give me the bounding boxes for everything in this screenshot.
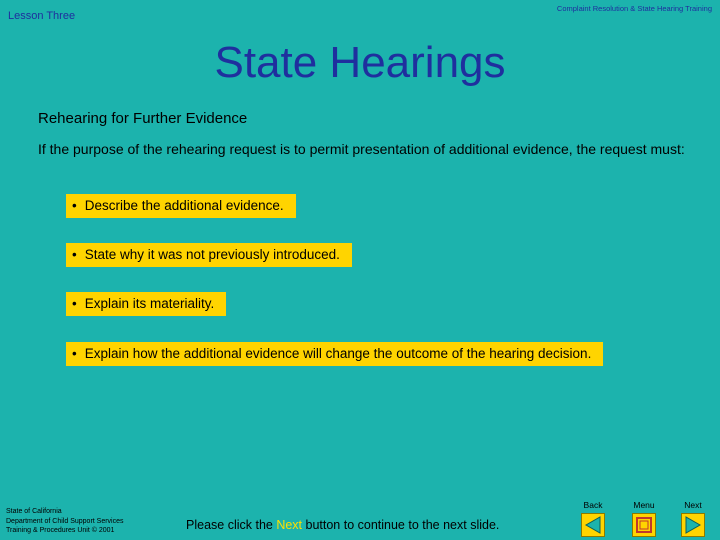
message-text: Please click the: [186, 518, 277, 532]
back-button[interactable]: [581, 513, 605, 537]
bullet-text: Describe the additional evidence.: [84, 198, 284, 213]
bullet-dot: •: [72, 247, 77, 262]
org-line: Training & Procedures Unit © 2001: [6, 527, 115, 534]
org-line: Department of Child Support Services: [6, 517, 124, 525]
bullet-item: • State why it was not previously introdu…: [66, 243, 352, 267]
bullet-text: Explain its materiality.: [84, 296, 215, 311]
next-arrow-icon: [685, 516, 702, 534]
back-arrow-icon: [584, 516, 601, 534]
organization-info: State of California Department of Child …: [6, 507, 124, 536]
bullet-text: State why it was not previously introduc…: [84, 247, 340, 262]
bullet-item: • Explain how the additional evidence wil…: [66, 342, 604, 366]
instruction-message: Please click the Next button to continue…: [186, 518, 499, 532]
menu-square-icon: [636, 517, 652, 533]
message-highlight: Next: [276, 518, 303, 532]
bullet-dot: •: [72, 296, 77, 311]
menu-button[interactable]: [632, 513, 656, 537]
org-line: State of California: [6, 508, 62, 515]
back-label: Back: [583, 500, 603, 510]
next-label: Next: [684, 500, 702, 510]
bullet-text: Explain how the additional evidence will…: [84, 346, 592, 361]
bullet-item: • Describe the additional evidence.: [66, 194, 296, 218]
intro-text: If the purpose of the rehearing request …: [38, 141, 685, 157]
menu-label: Menu: [633, 500, 655, 510]
lesson-label: Lesson Three: [8, 10, 76, 22]
page-title: State Hearings: [214, 38, 506, 87]
bullet-dot: •: [72, 346, 77, 361]
bullet-dot: •: [72, 198, 77, 213]
bullet-item: • Explain its materiality.: [66, 292, 227, 316]
message-text: button to continue to the next slide.: [302, 518, 500, 532]
next-button[interactable]: [681, 513, 705, 537]
training-title: Complaint Resolution & State Hearing Tra…: [556, 4, 712, 13]
section-subtitle: Rehearing for Further Evidence: [38, 110, 248, 127]
